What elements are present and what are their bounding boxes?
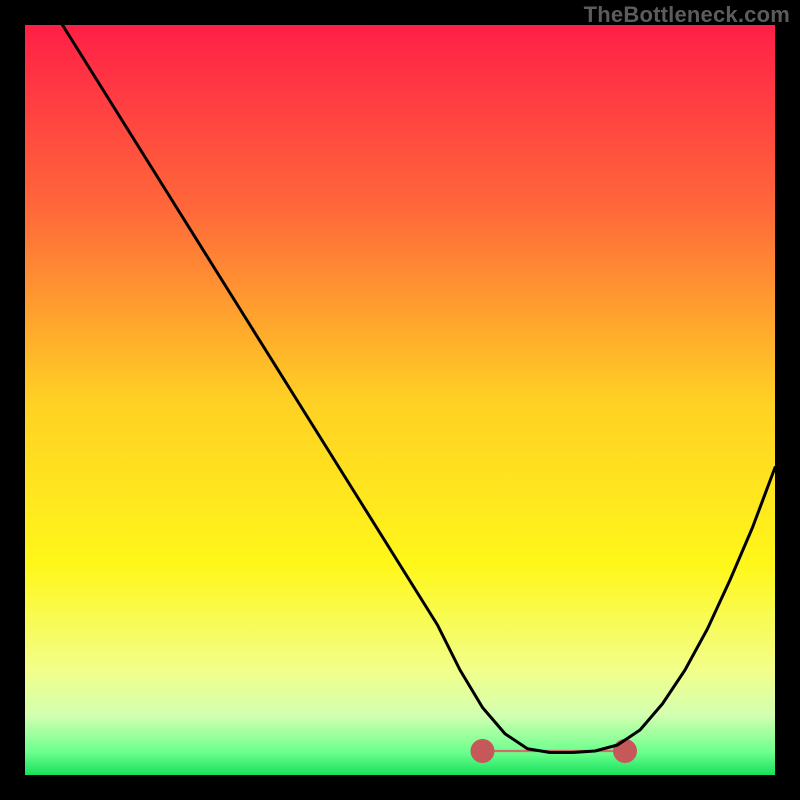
optimal-band-start-dot <box>471 739 495 763</box>
watermark-text: TheBottleneck.com <box>584 2 790 28</box>
gradient-background <box>25 25 775 775</box>
chart-container <box>25 25 775 775</box>
chart-svg <box>25 25 775 775</box>
optimal-band-end-dot <box>613 739 637 763</box>
